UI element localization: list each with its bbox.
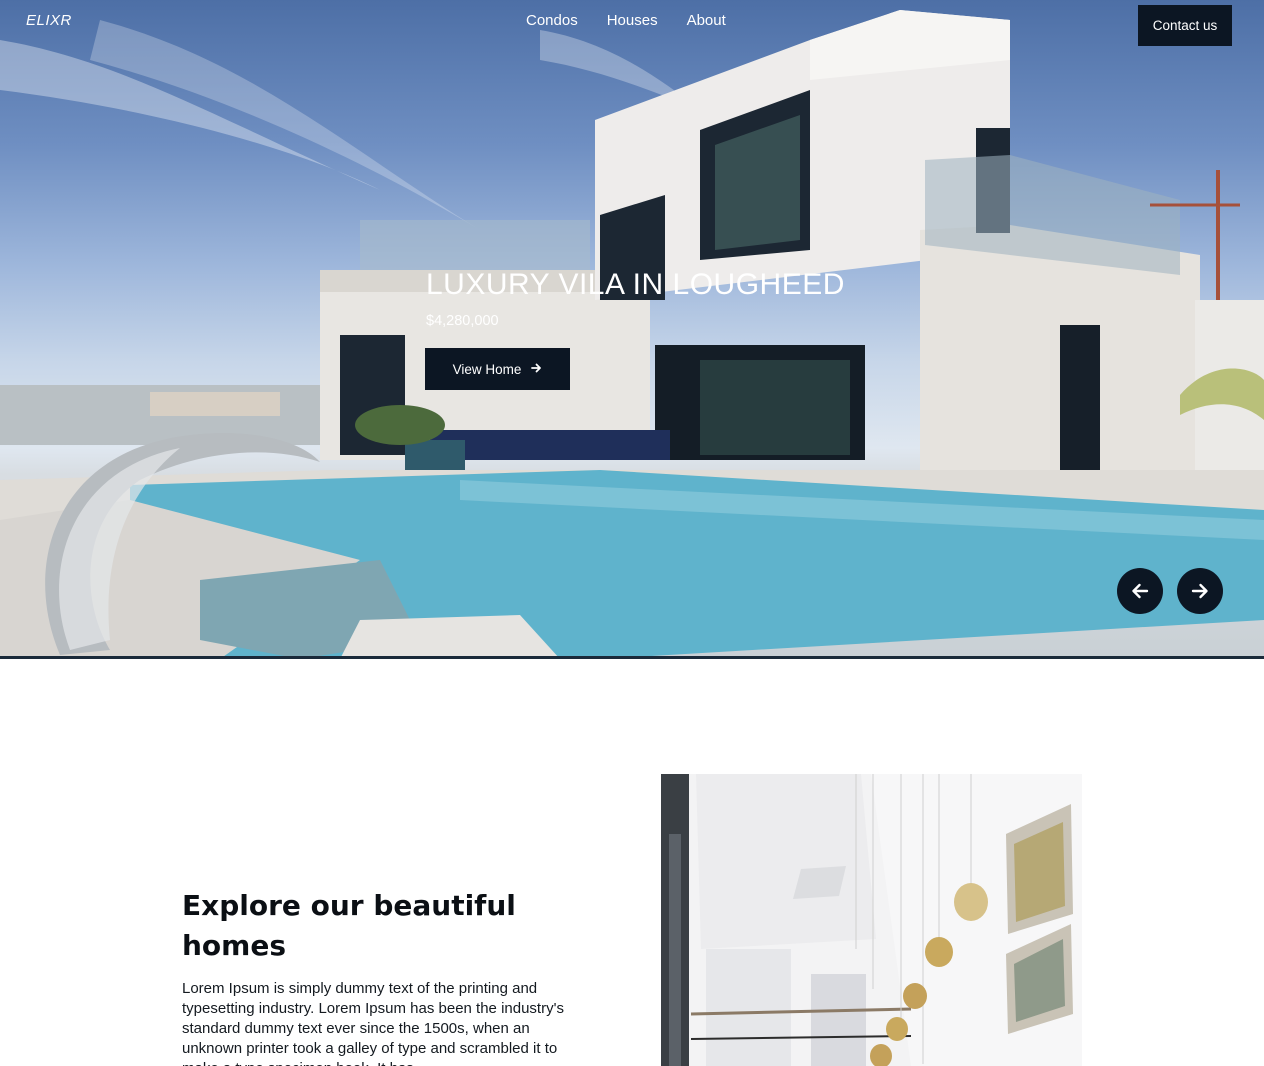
explore-title: Explore our beautiful homes bbox=[182, 889, 516, 962]
nav-link-condos[interactable]: Condos bbox=[526, 12, 578, 29]
brand-logo[interactable]: ELIXR bbox=[26, 12, 72, 29]
view-home-label: View Home bbox=[452, 361, 522, 377]
contact-us-button[interactable]: Contact us bbox=[1138, 5, 1232, 46]
hero-villa-image bbox=[0, 10, 1264, 659]
hero-price: $4,280,000 bbox=[426, 313, 499, 329]
arrow-right-icon bbox=[1191, 583, 1208, 599]
hero-banner: ELIXR Condos Houses About Contact us LUX… bbox=[0, 0, 1264, 659]
nav-link-houses[interactable]: Houses bbox=[607, 12, 658, 29]
hero-title: LUXURY VILA IN LOUGHEED bbox=[426, 268, 845, 301]
view-home-button[interactable]: View Home bbox=[425, 348, 570, 390]
explore-description: Lorem Ipsum is simply dummy text of the … bbox=[182, 980, 564, 1066]
carousel-prev-button[interactable] bbox=[1117, 568, 1163, 614]
arrow-right-icon bbox=[531, 362, 542, 376]
interior-image bbox=[661, 774, 1082, 1066]
nav-link-about[interactable]: About bbox=[687, 12, 726, 29]
carousel-next-button[interactable] bbox=[1177, 568, 1223, 614]
main-nav: Condos Houses About bbox=[526, 12, 755, 29]
arrow-left-icon bbox=[1132, 583, 1149, 599]
hero-bottom-rule bbox=[0, 656, 1264, 659]
